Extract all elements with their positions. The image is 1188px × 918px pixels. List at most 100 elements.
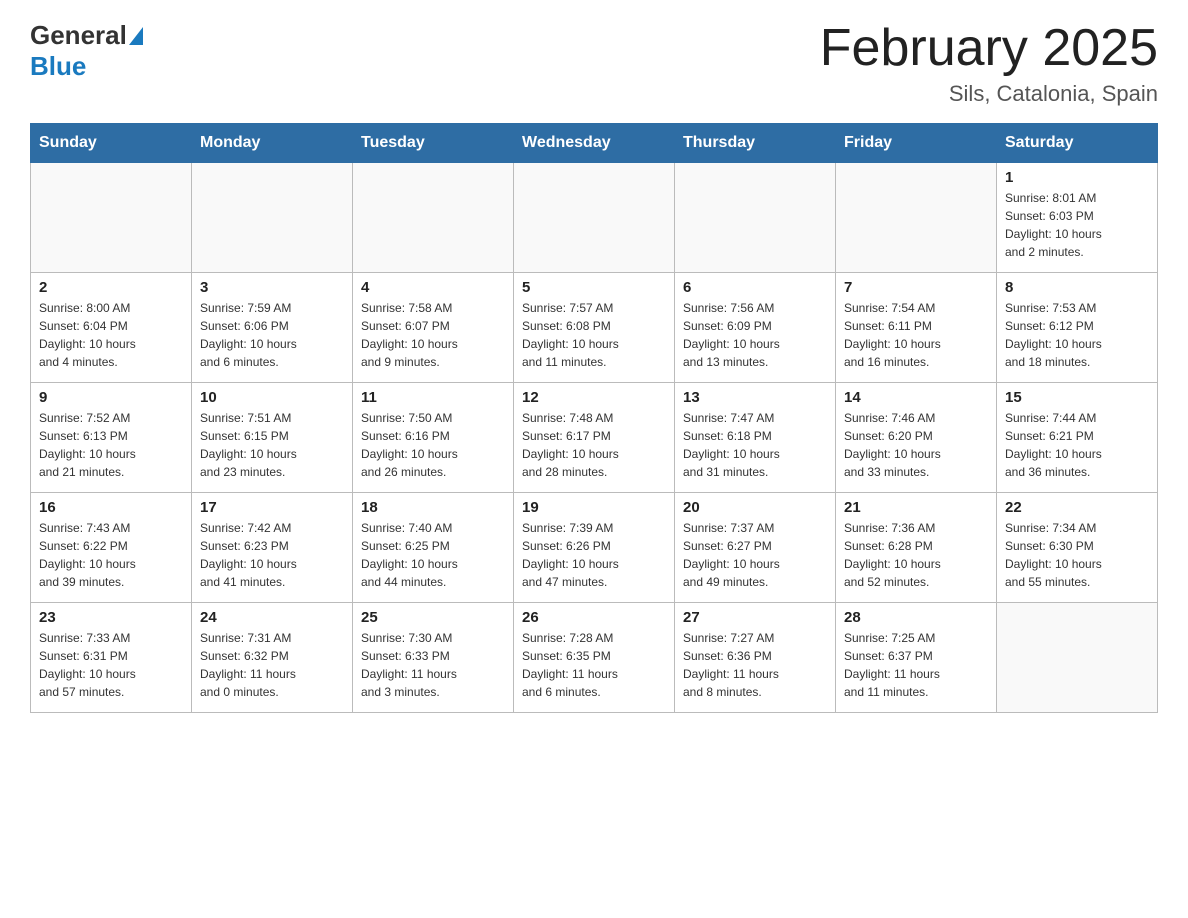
day-info: Sunrise: 7:30 AM Sunset: 6:33 PM Dayligh… — [361, 629, 505, 701]
weekday-header-friday: Friday — [836, 124, 997, 163]
week-row-1: 1 Sunrise: 8:01 AM Sunset: 6:03 PM Daylig… — [31, 163, 1158, 273]
day-number: 5 — [522, 279, 666, 296]
calendar-cell: 6 Sunrise: 7:56 AM Sunset: 6:09 PM Daylig… — [675, 273, 836, 383]
logo-arrow-icon — [129, 27, 143, 45]
calendar-cell: 24Sunrise: 7:31 AM Sunset: 6:32 PM Dayli… — [192, 603, 353, 713]
day-number: 21 — [844, 499, 988, 516]
calendar-cell: 13Sunrise: 7:47 AM Sunset: 6:18 PM Dayli… — [675, 383, 836, 493]
day-number: 13 — [683, 389, 827, 406]
location-subtitle: Sils, Catalonia, Spain — [820, 81, 1158, 107]
day-info: Sunrise: 7:44 AM Sunset: 6:21 PM Dayligh… — [1005, 409, 1149, 481]
calendar-cell: 4 Sunrise: 7:58 AM Sunset: 6:07 PM Daylig… — [353, 273, 514, 383]
calendar-cell: 5 Sunrise: 7:57 AM Sunset: 6:08 PM Daylig… — [514, 273, 675, 383]
calendar-cell: 18Sunrise: 7:40 AM Sunset: 6:25 PM Dayli… — [353, 493, 514, 603]
day-number: 10 — [200, 389, 344, 406]
day-number: 11 — [361, 389, 505, 406]
calendar-cell: 11Sunrise: 7:50 AM Sunset: 6:16 PM Dayli… — [353, 383, 514, 493]
day-info: Sunrise: 7:27 AM Sunset: 6:36 PM Dayligh… — [683, 629, 827, 701]
weekday-header-monday: Monday — [192, 124, 353, 163]
week-row-5: 23 Sunrise: 7:33 AM Sunset: 6:31 PM Dayli… — [31, 603, 1158, 713]
calendar-cell: 22 Sunrise: 7:34 AM Sunset: 6:30 PM Dayli… — [997, 493, 1158, 603]
logo: General Blue — [30, 20, 145, 82]
calendar-cell: 10 Sunrise: 7:51 AM Sunset: 6:15 PM Dayli… — [192, 383, 353, 493]
calendar-cell: 7 Sunrise: 7:54 AM Sunset: 6:11 PM Daylig… — [836, 273, 997, 383]
day-info: Sunrise: 7:40 AM Sunset: 6:25 PM Dayligh… — [361, 519, 505, 591]
calendar-cell: 19 Sunrise: 7:39 AM Sunset: 6:26 PM Dayli… — [514, 493, 675, 603]
month-title: February 2025 — [820, 20, 1158, 77]
day-info: Sunrise: 7:52 AM Sunset: 6:13 PM Dayligh… — [39, 409, 183, 481]
calendar-table: SundayMondayTuesdayWednesdayThursdayFrid… — [30, 123, 1158, 713]
calendar-cell — [997, 603, 1158, 713]
calendar-cell: 16 Sunrise: 7:43 AM Sunset: 6:22 PM Dayli… — [31, 493, 192, 603]
day-info: Sunrise: 7:25 AM Sunset: 6:37 PM Dayligh… — [844, 629, 988, 701]
day-info: Sunrise: 7:46 AM Sunset: 6:20 PM Dayligh… — [844, 409, 988, 481]
day-number: 8 — [1005, 279, 1149, 296]
calendar-cell — [31, 163, 192, 273]
weekday-header-wednesday: Wednesday — [514, 124, 675, 163]
day-number: 2 — [39, 279, 183, 296]
calendar-cell — [192, 163, 353, 273]
day-info: Sunrise: 8:01 AM Sunset: 6:03 PM Dayligh… — [1005, 189, 1149, 261]
calendar-cell: 1 Sunrise: 8:01 AM Sunset: 6:03 PM Daylig… — [997, 163, 1158, 273]
calendar-cell: 21 Sunrise: 7:36 AM Sunset: 6:28 PM Dayli… — [836, 493, 997, 603]
day-info: Sunrise: 7:42 AM Sunset: 6:23 PM Dayligh… — [200, 519, 344, 591]
day-number: 26 — [522, 609, 666, 626]
week-row-4: 16 Sunrise: 7:43 AM Sunset: 6:22 PM Dayli… — [31, 493, 1158, 603]
day-number: 15 — [1005, 389, 1149, 406]
calendar-cell: 28 Sunrise: 7:25 AM Sunset: 6:37 PM Dayli… — [836, 603, 997, 713]
calendar-cell: 26 Sunrise: 7:28 AM Sunset: 6:35 PM Dayli… — [514, 603, 675, 713]
day-info: Sunrise: 8:00 AM Sunset: 6:04 PM Dayligh… — [39, 299, 183, 371]
calendar-cell — [353, 163, 514, 273]
calendar-cell: 23 Sunrise: 7:33 AM Sunset: 6:31 PM Dayli… — [31, 603, 192, 713]
day-info: Sunrise: 7:43 AM Sunset: 6:22 PM Dayligh… — [39, 519, 183, 591]
weekday-header-tuesday: Tuesday — [353, 124, 514, 163]
week-row-2: 2 Sunrise: 8:00 AM Sunset: 6:04 PM Daylig… — [31, 273, 1158, 383]
weekday-header-sunday: Sunday — [31, 124, 192, 163]
day-number: 9 — [39, 389, 183, 406]
weekday-header-saturday: Saturday — [997, 124, 1158, 163]
day-info: Sunrise: 7:51 AM Sunset: 6:15 PM Dayligh… — [200, 409, 344, 481]
page-header: General Blue February 2025 Sils, Catalon… — [30, 20, 1158, 107]
logo-general-text: General — [30, 20, 127, 51]
day-info: Sunrise: 7:59 AM Sunset: 6:06 PM Dayligh… — [200, 299, 344, 371]
calendar-cell: 20 Sunrise: 7:37 AM Sunset: 6:27 PM Dayli… — [675, 493, 836, 603]
day-number: 3 — [200, 279, 344, 296]
day-number: 14 — [844, 389, 988, 406]
day-info: Sunrise: 7:34 AM Sunset: 6:30 PM Dayligh… — [1005, 519, 1149, 591]
day-number: 25 — [361, 609, 505, 626]
day-info: Sunrise: 7:39 AM Sunset: 6:26 PM Dayligh… — [522, 519, 666, 591]
day-number: 1 — [1005, 169, 1149, 186]
day-info: Sunrise: 7:37 AM Sunset: 6:27 PM Dayligh… — [683, 519, 827, 591]
week-row-3: 9 Sunrise: 7:52 AM Sunset: 6:13 PM Daylig… — [31, 383, 1158, 493]
calendar-cell: 27 Sunrise: 7:27 AM Sunset: 6:36 PM Dayli… — [675, 603, 836, 713]
day-number: 24 — [200, 609, 344, 626]
calendar-cell — [675, 163, 836, 273]
day-number: 22 — [1005, 499, 1149, 516]
day-number: 19 — [522, 499, 666, 516]
weekday-header-row: SundayMondayTuesdayWednesdayThursdayFrid… — [31, 124, 1158, 163]
day-info: Sunrise: 7:36 AM Sunset: 6:28 PM Dayligh… — [844, 519, 988, 591]
day-info: Sunrise: 7:57 AM Sunset: 6:08 PM Dayligh… — [522, 299, 666, 371]
day-number: 20 — [683, 499, 827, 516]
day-number: 27 — [683, 609, 827, 626]
calendar-cell: 17Sunrise: 7:42 AM Sunset: 6:23 PM Dayli… — [192, 493, 353, 603]
day-info: Sunrise: 7:56 AM Sunset: 6:09 PM Dayligh… — [683, 299, 827, 371]
day-info: Sunrise: 7:58 AM Sunset: 6:07 PM Dayligh… — [361, 299, 505, 371]
day-info: Sunrise: 7:53 AM Sunset: 6:12 PM Dayligh… — [1005, 299, 1149, 371]
day-info: Sunrise: 7:48 AM Sunset: 6:17 PM Dayligh… — [522, 409, 666, 481]
calendar-cell: 14 Sunrise: 7:46 AM Sunset: 6:20 PM Dayli… — [836, 383, 997, 493]
day-number: 4 — [361, 279, 505, 296]
day-number: 16 — [39, 499, 183, 516]
calendar-cell: 12Sunrise: 7:48 AM Sunset: 6:17 PM Dayli… — [514, 383, 675, 493]
day-number: 6 — [683, 279, 827, 296]
calendar-cell — [836, 163, 997, 273]
day-info: Sunrise: 7:54 AM Sunset: 6:11 PM Dayligh… — [844, 299, 988, 371]
day-number: 7 — [844, 279, 988, 296]
day-number: 28 — [844, 609, 988, 626]
logo-blue-text: Blue — [30, 51, 86, 81]
day-number: 23 — [39, 609, 183, 626]
calendar-cell — [514, 163, 675, 273]
day-info: Sunrise: 7:28 AM Sunset: 6:35 PM Dayligh… — [522, 629, 666, 701]
day-info: Sunrise: 7:33 AM Sunset: 6:31 PM Dayligh… — [39, 629, 183, 701]
calendar-cell: 9 Sunrise: 7:52 AM Sunset: 6:13 PM Daylig… — [31, 383, 192, 493]
